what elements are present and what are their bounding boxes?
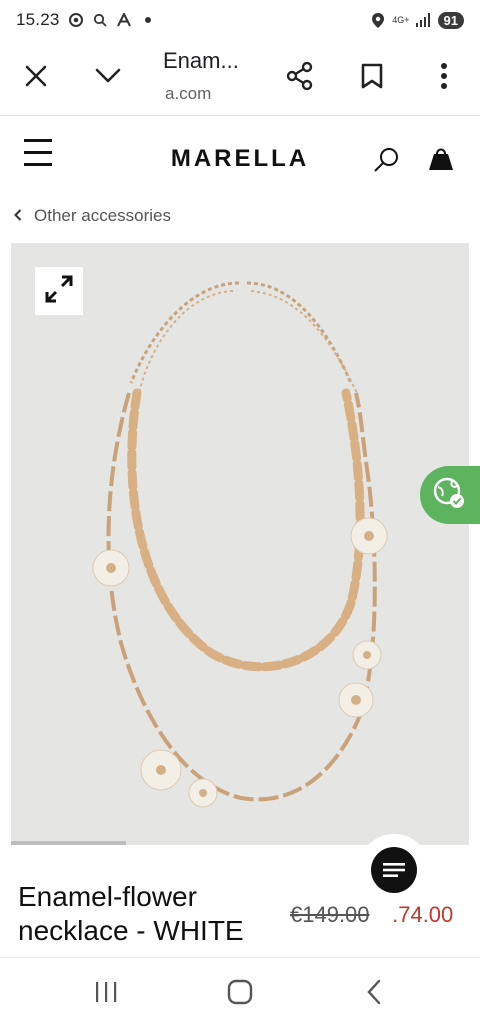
recent-apps-icon	[94, 981, 118, 1008]
system-nav-bar	[0, 957, 480, 1029]
chat-icon	[371, 847, 417, 893]
browser-toolbar: Enam... a.com	[0, 40, 480, 116]
search-button[interactable]	[372, 145, 402, 175]
shopping-bag-icon	[426, 148, 456, 177]
translate-icon	[432, 476, 466, 515]
brand-logo[interactable]: MARELLA	[0, 145, 480, 173]
flower-right-mid	[352, 640, 382, 670]
more-options-button[interactable]	[416, 40, 472, 116]
back-button[interactable]	[354, 976, 394, 1012]
translate-button[interactable]	[420, 466, 480, 524]
signal-icon	[415, 12, 432, 28]
chevron-left-icon	[14, 208, 22, 224]
status-bar: 15.23 4G+ 91	[0, 0, 480, 40]
status-right: 4G+ 91	[370, 11, 464, 29]
network-label: 4G+	[392, 14, 410, 25]
bookmark-button[interactable]	[344, 40, 400, 116]
original-price: €149.00	[290, 902, 370, 927]
product-image[interactable]	[11, 243, 469, 845]
font-a-icon	[116, 12, 132, 28]
flower-right-top	[350, 517, 388, 555]
page-title[interactable]: Enam...	[163, 48, 239, 74]
home-icon	[227, 979, 253, 1010]
breadcrumb-label[interactable]: Other accessories	[34, 206, 171, 226]
search-icon	[372, 148, 402, 179]
expand-image-button[interactable]	[35, 267, 83, 315]
close-tab-button[interactable]	[8, 40, 64, 116]
necklace-image	[92, 281, 388, 808]
search-notification-icon	[92, 12, 108, 28]
flower-left	[92, 549, 130, 587]
breadcrumb[interactable]: Other accessories	[14, 206, 171, 226]
share-button[interactable]	[272, 40, 328, 116]
chevron-down-icon	[95, 68, 121, 89]
collapse-button[interactable]	[80, 40, 136, 116]
flower-right-low	[338, 682, 374, 718]
share-icon	[286, 61, 314, 95]
flower-bottom-mid	[188, 778, 218, 808]
page-url[interactable]: a.com	[165, 84, 211, 104]
recent-apps-button[interactable]	[86, 976, 126, 1012]
flower-bottom-left	[140, 749, 182, 791]
menu-icon	[24, 139, 52, 142]
more-vert-icon	[440, 62, 448, 94]
battery-level: 91	[443, 12, 458, 28]
back-icon	[366, 979, 382, 1010]
home-button[interactable]	[220, 976, 260, 1012]
site-header: MARELLA	[0, 117, 480, 201]
close-icon	[25, 65, 47, 92]
status-left: 15.23	[16, 10, 156, 30]
expand-icon	[44, 274, 74, 309]
location-icon	[370, 12, 386, 28]
status-time: 15.23	[16, 10, 60, 29]
image-carousel-indicator	[11, 841, 126, 845]
battery-indicator: 91	[437, 11, 464, 29]
dot-icon	[140, 12, 156, 28]
product-title: Enamel-flower necklace - WHITE	[18, 881, 244, 946]
chrome-icon	[68, 12, 84, 28]
shopping-bag-button[interactable]	[426, 143, 456, 173]
bookmark-icon	[361, 63, 383, 94]
sale-price: .74.00	[386, 902, 454, 927]
chat-button[interactable]	[358, 834, 430, 906]
